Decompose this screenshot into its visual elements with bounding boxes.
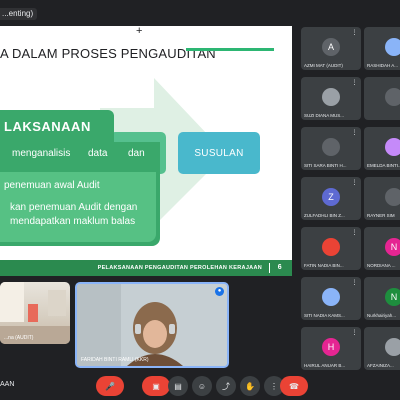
body-word-1: menganalisis xyxy=(12,148,71,159)
participant-tile[interactable]: ⋮RAYNER SIM xyxy=(364,177,400,220)
participant-name: AFZAINIZA... xyxy=(367,363,394,368)
footer-separator xyxy=(269,263,270,273)
participant-tile[interactable]: ⋮NNORDIANA ... xyxy=(364,227,400,270)
participant-name: AZMI MAT (AUDIT) xyxy=(304,63,343,68)
participant-tile[interactable]: ⋮EMELDA BINTI... xyxy=(364,127,400,170)
tile-options-icon[interactable]: ⋮ xyxy=(351,130,358,137)
presentation-slide: A DALAM PROSES PENGAUDITAN + SUSULAN LAK… xyxy=(0,26,292,276)
participant-name: EMELDA BINTI... xyxy=(367,163,400,168)
video-tile-active-speaker[interactable]: ● FARIDAH BINTI RAMLI (KKR) xyxy=(75,282,229,368)
tile-options-icon[interactable]: ⋮ xyxy=(351,30,358,37)
process-box-title: LAKSANAAN xyxy=(0,110,114,144)
avatar: N xyxy=(385,288,400,306)
avatar xyxy=(385,138,400,156)
meeting-name: AAN xyxy=(0,381,15,388)
video-tile-1[interactable]: ...na (AUDIT) xyxy=(0,282,70,344)
camera-off-icon[interactable]: ▣ xyxy=(142,376,170,396)
speaking-indicator-icon: ● xyxy=(215,287,224,296)
video-feed-2 xyxy=(77,284,227,366)
avatar xyxy=(322,238,340,256)
participant-name: SITI SARA BINTI H... xyxy=(304,163,347,168)
avatar xyxy=(385,188,400,206)
tile-options-icon[interactable]: ⋮ xyxy=(351,280,358,287)
participant-tile[interactable]: ⋮RASHIDAH A... xyxy=(364,27,400,70)
avatar xyxy=(322,88,340,106)
end-call-icon[interactable]: ☎ xyxy=(280,376,308,396)
body-word-2: data xyxy=(88,148,108,159)
participant-name: RASHIDAH A... xyxy=(367,63,399,68)
raise-hand-icon[interactable]: ✋ xyxy=(240,376,260,396)
process-box-susulan: SUSULAN xyxy=(178,132,260,174)
participant-tile[interactable]: ⋮ SITI SARA BINTI H... xyxy=(301,127,361,170)
participant-name: RAYNER SIM xyxy=(367,213,395,218)
participant-tile[interactable]: ⋮ SUZI DIANA MUS... xyxy=(301,77,361,120)
participant-tile[interactable]: ⋮NNurkhairiyah... xyxy=(364,277,400,320)
participant-name: SUZI DIANA MUS... xyxy=(304,113,345,118)
participant-name: ZULFADHLI BIN Z... xyxy=(304,213,345,218)
present-icon[interactable]: ⤴ xyxy=(216,376,236,396)
body-word-3: dan xyxy=(128,148,145,159)
participant-name: SITI NADIA KAMS... xyxy=(304,313,345,318)
avatar: H xyxy=(322,338,340,356)
participant-tile[interactable]: ⋮ xyxy=(364,77,400,120)
participant-tile[interactable]: ⋮ H HAIRUL ANUAR B... xyxy=(301,327,361,370)
tile-options-icon[interactable]: ⋮ xyxy=(351,80,358,87)
body-line-1: menganalisis data dan xyxy=(0,144,160,160)
avatar xyxy=(385,38,400,56)
tile-options-icon[interactable]: ⋮ xyxy=(351,180,358,187)
participant-name: Nurkhairiyah... xyxy=(367,313,397,318)
participant-name: NORDIANA ... xyxy=(367,263,396,268)
video-tile-2-name: FARIDAH BINTI RAMLI (KKR) xyxy=(81,357,149,363)
avatar xyxy=(322,138,340,156)
inner-line-3: mendapatkan maklum balas xyxy=(10,216,136,227)
mic-off-icon[interactable]: 🎤 xyxy=(96,376,124,396)
tile-options-icon[interactable]: ⋮ xyxy=(351,330,358,337)
participant-name: FATIN NADIA BIN... xyxy=(304,263,344,268)
meeting-toolbar: AAN 🎤 ▣ ▤ ☺ ⤴ ✋ ⋮ ☎ xyxy=(0,372,400,400)
process-box-body: menganalisis data dan penemuan awal Audi… xyxy=(0,142,160,246)
inner-panel: penemuan awal Audit kan penemuan Audit d… xyxy=(0,172,156,242)
slide-page-number: 6 xyxy=(277,264,282,271)
presenting-label: ...enting) xyxy=(0,8,38,20)
participant-name: HAIRUL ANUAR B... xyxy=(304,363,346,368)
avatar xyxy=(385,338,400,356)
participant-tile[interactable]: ⋮ FATIN NADIA BIN... xyxy=(301,227,361,270)
captions-icon[interactable]: ▤ xyxy=(168,376,188,396)
slide-footer: PELAKSANAAN PENGAUDITAN PEROLEHAN KERAJA… xyxy=(0,260,292,276)
tile-options-icon[interactable]: ⋮ xyxy=(351,230,358,237)
emoji-icon[interactable]: ☺ xyxy=(192,376,212,396)
inner-line-2: kan penemuan Audit dengan xyxy=(10,202,138,213)
inner-line-1: penemuan awal Audit xyxy=(4,180,100,191)
avatar xyxy=(385,88,400,106)
participant-tile[interactable]: ⋮ SITI NADIA KAMS... xyxy=(301,277,361,320)
footer-text: PELAKSANAAN PENGAUDITAN PEROLEHAN KERAJA… xyxy=(97,265,262,271)
participant-tile[interactable]: ⋮ A AZMI MAT (AUDIT) xyxy=(301,27,361,70)
meet-window: ...enting) A DALAM PROSES PENGAUDITAN + … xyxy=(0,0,400,400)
participant-tile[interactable]: ⋮AFZAINIZA... xyxy=(364,327,400,370)
avatar: Z xyxy=(322,188,340,206)
participant-tile[interactable]: ⋮ Z ZULFADHLI BIN Z... xyxy=(301,177,361,220)
avatar: A xyxy=(322,38,340,56)
video-tile-1-name: ...na (AUDIT) xyxy=(4,335,34,341)
avatar xyxy=(322,288,340,306)
avatar: N xyxy=(385,238,400,256)
